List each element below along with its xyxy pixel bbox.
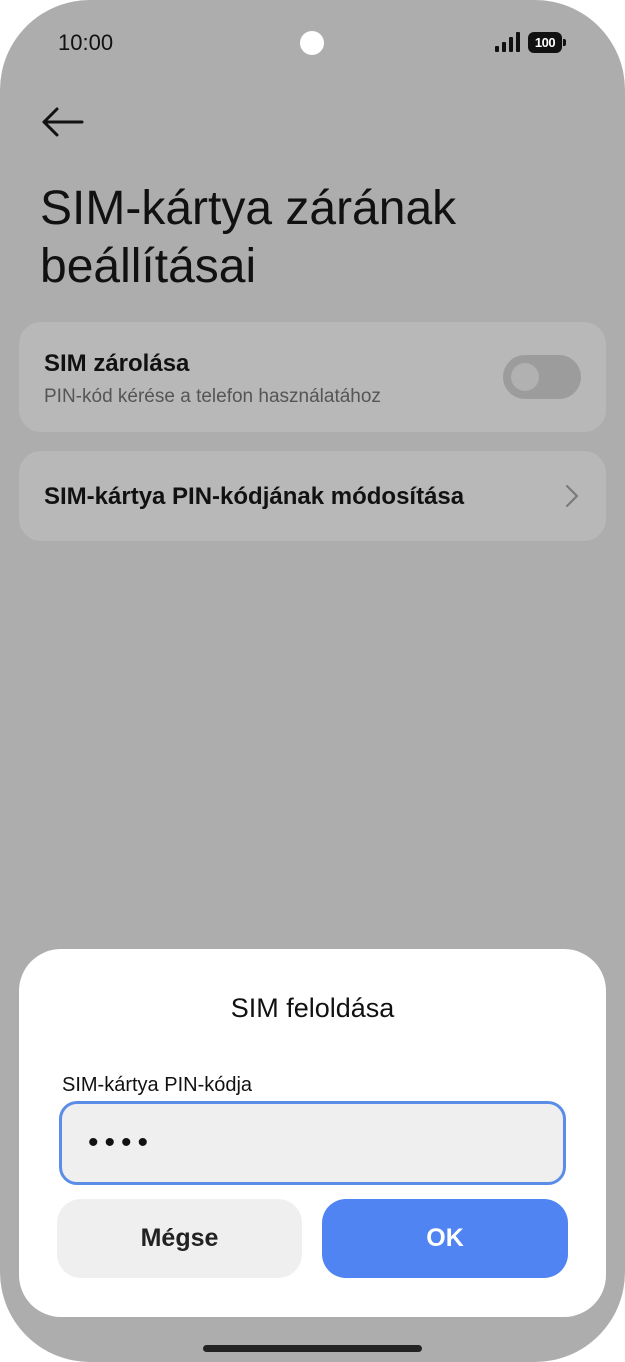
camera-cutout <box>300 31 324 55</box>
change-pin-title: SIM-kártya PIN-kódjának módosítása <box>44 483 465 510</box>
pin-input[interactable]: •••• <box>59 1101 566 1185</box>
pin-field-label: SIM-kártya PIN-kódja <box>62 1074 253 1096</box>
sim-lock-subtitle: PIN-kód kérése a telefon használatához <box>44 386 381 407</box>
dialog-title: SIM feloldása <box>230 993 395 1023</box>
toggle-knob <box>511 363 539 391</box>
signal-icon <box>495 32 520 52</box>
cancel-button[interactable]: Mégse <box>57 1199 302 1278</box>
phone-screen: 10:00 100 SIM-kártya zárának beállításai… <box>0 0 625 1362</box>
ok-button[interactable]: OK <box>322 1199 568 1278</box>
battery-cap <box>563 39 566 46</box>
status-time: 10:00 <box>58 30 114 55</box>
sim-lock-title: SIM zárolása <box>44 350 190 377</box>
battery-icon: 100 <box>528 32 566 53</box>
sim-lock-setting[interactable]: SIM zárolása PIN-kód kérése a telefon ha… <box>19 322 606 432</box>
chevron-right-icon <box>565 484 579 508</box>
change-pin-setting[interactable]: SIM-kártya PIN-kódjának módosítása <box>19 451 606 541</box>
home-indicator[interactable] <box>203 1345 422 1352</box>
sim-lock-toggle[interactable] <box>503 355 581 399</box>
page-title: SIM-kártya zárának beállításai <box>40 182 457 293</box>
battery-level: 100 <box>528 32 562 53</box>
sim-unlock-dialog: SIM feloldása SIM-kártya PIN-kódja •••• … <box>19 949 606 1317</box>
arrow-left-icon[interactable] <box>40 104 86 140</box>
